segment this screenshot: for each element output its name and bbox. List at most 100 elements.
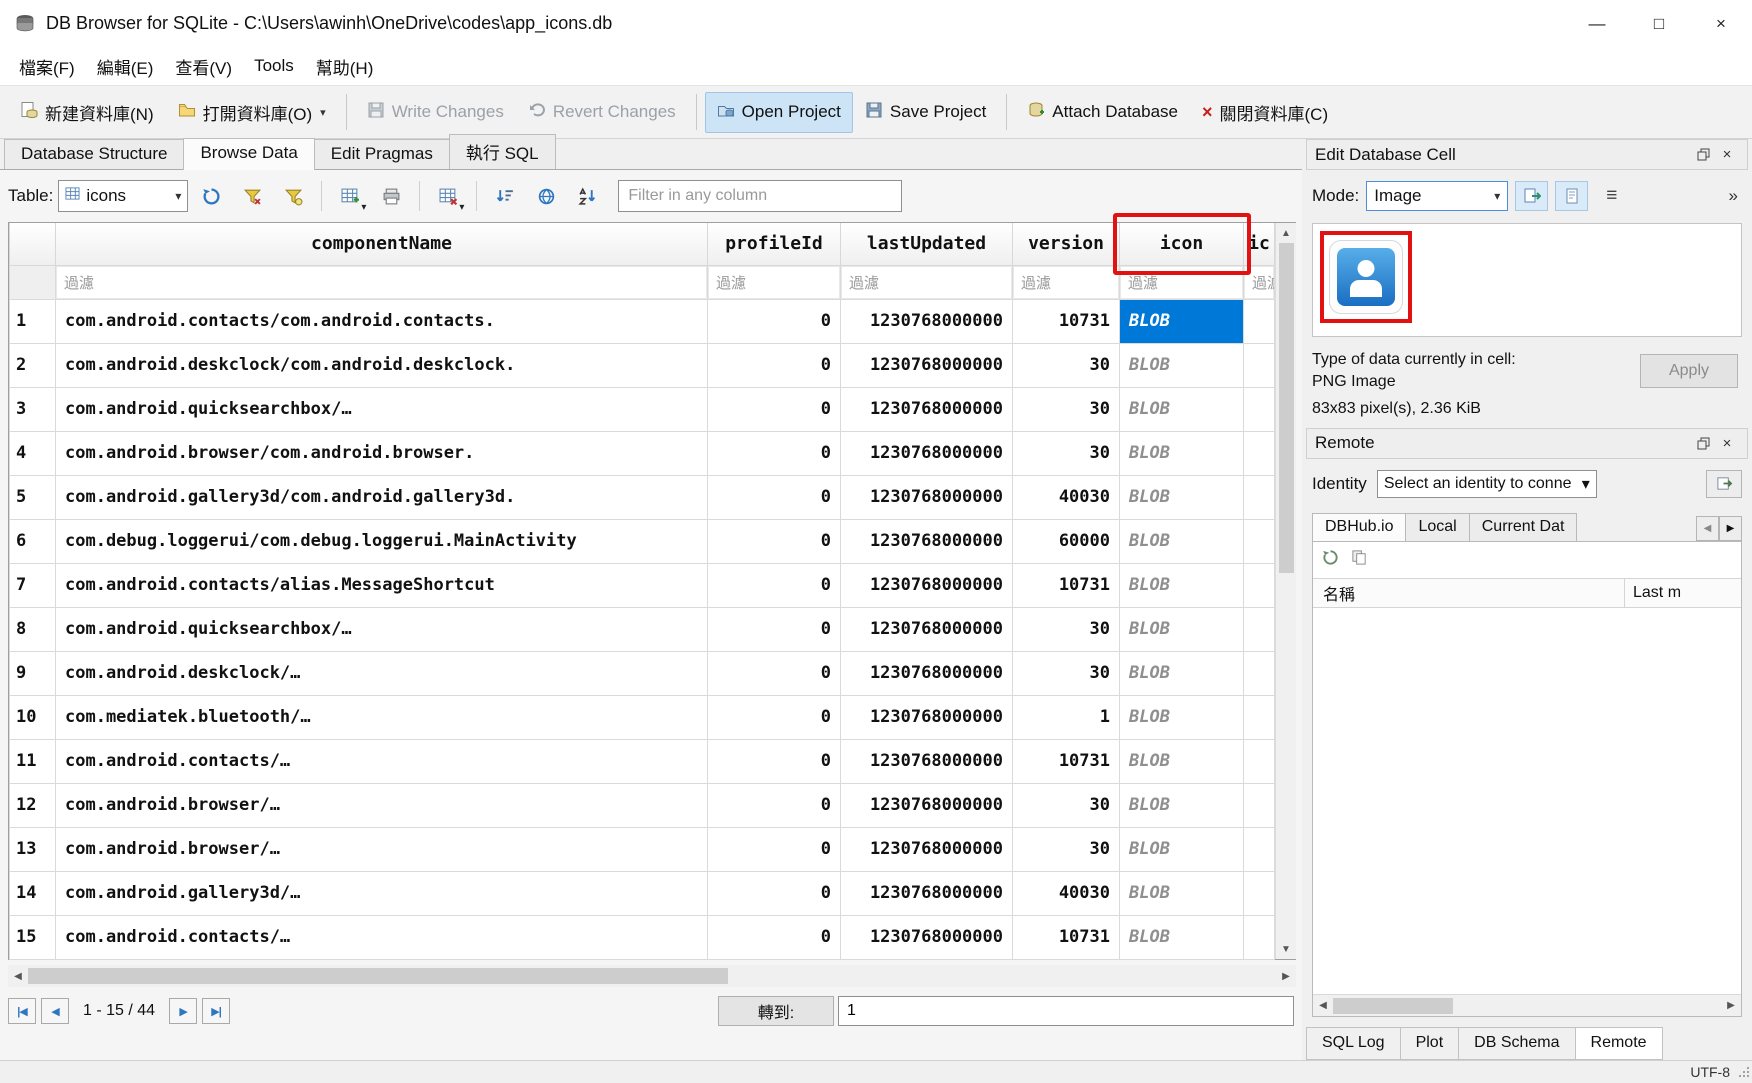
cell-profileId[interactable]: 0	[708, 431, 841, 475]
cell-lastUpdated[interactable]: 1230768000000	[841, 607, 1013, 651]
cell-icon-blob[interactable]: BLOB	[1120, 299, 1244, 343]
filter-icon[interactable]: 過濾	[1120, 265, 1244, 299]
cell-version[interactable]: 30	[1013, 343, 1120, 387]
cell-lastUpdated[interactable]: 1230768000000	[841, 563, 1013, 607]
tab-scroll-right-icon[interactable]: ▶	[1719, 516, 1742, 541]
write-changes-button[interactable]: Write Changes	[355, 92, 516, 133]
cell-version[interactable]: 10731	[1013, 563, 1120, 607]
cell-partial[interactable]	[1244, 299, 1275, 343]
save-project-button[interactable]: Save Project	[853, 92, 998, 133]
remote-db-list[interactable]	[1313, 608, 1741, 994]
remote-tab-dbhub[interactable]: DBHub.io	[1312, 513, 1406, 541]
cell-version[interactable]: 30	[1013, 783, 1120, 827]
cell-profileId[interactable]: 0	[708, 475, 841, 519]
cell-lastUpdated[interactable]: 1230768000000	[841, 519, 1013, 563]
cell-partial[interactable]	[1244, 739, 1275, 783]
menu-help[interactable]: 幫助(H)	[305, 48, 385, 85]
new-record-button[interactable]: ▾	[332, 178, 368, 214]
refresh-button[interactable]	[193, 178, 229, 214]
cell-componentName[interactable]: com.android.gallery3d/…	[56, 871, 708, 915]
cell-componentName[interactable]: com.android.contacts/alias.MessageShortc…	[56, 563, 708, 607]
remote-tab-local[interactable]: Local	[1405, 513, 1469, 541]
clear-filters-button[interactable]	[234, 178, 270, 214]
horizontal-scrollbar-thumb[interactable]	[28, 968, 728, 984]
cell-partial[interactable]	[1244, 519, 1275, 563]
menu-tools[interactable]: Tools	[243, 50, 305, 82]
cell-profileId[interactable]: 0	[708, 607, 841, 651]
dock-tab-sql-log[interactable]: SQL Log	[1306, 1027, 1401, 1060]
tab-browse-data[interactable]: Browse Data	[183, 138, 314, 170]
row-number[interactable]: 4	[10, 431, 56, 475]
remote-clone-button[interactable]	[1351, 549, 1368, 571]
row-number[interactable]: 11	[10, 739, 56, 783]
close-button[interactable]: ×	[1690, 0, 1752, 47]
cell-version[interactable]: 30	[1013, 431, 1120, 475]
cell-icon-blob[interactable]: BLOB	[1120, 871, 1244, 915]
column-header-lastUpdated[interactable]: lastUpdated	[841, 223, 1013, 265]
cell-version[interactable]: 10731	[1013, 739, 1120, 783]
attach-database-button[interactable]: Attach Database	[1015, 92, 1190, 133]
cell-icon-blob[interactable]: BLOB	[1120, 343, 1244, 387]
cell-componentName[interactable]: com.android.contacts/com.android.contact…	[56, 299, 708, 343]
cell-icon-blob[interactable]: BLOB	[1120, 475, 1244, 519]
close-panel-icon[interactable]: ×	[1715, 143, 1739, 167]
cell-componentName[interactable]: com.android.deskclock/com.android.deskcl…	[56, 343, 708, 387]
cell-profileId[interactable]: 0	[708, 651, 841, 695]
delete-record-button[interactable]: ▾	[430, 178, 466, 214]
cell-version[interactable]: 10731	[1013, 915, 1120, 959]
cell-lastUpdated[interactable]: 1230768000000	[841, 695, 1013, 739]
dock-tab-db-schema[interactable]: DB Schema	[1458, 1027, 1575, 1060]
cell-lastUpdated[interactable]: 1230768000000	[841, 651, 1013, 695]
filter-version[interactable]: 過濾	[1013, 265, 1120, 299]
save-filter-button[interactable]	[275, 178, 311, 214]
print-button[interactable]	[373, 178, 409, 214]
cell-lastUpdated[interactable]: 1230768000000	[841, 475, 1013, 519]
cell-version[interactable]: 40030	[1013, 475, 1120, 519]
scroll-left-icon[interactable]: ◀	[1313, 995, 1333, 1017]
tab-execute-sql[interactable]: 執行 SQL	[449, 134, 556, 169]
encoding-indicator[interactable]: UTF-8	[1690, 1064, 1730, 1080]
cell-lastUpdated[interactable]: 1230768000000	[841, 827, 1013, 871]
row-number[interactable]: 14	[10, 871, 56, 915]
scroll-down-icon[interactable]: ▼	[1276, 939, 1296, 959]
open-database-button[interactable]: 打開資料庫(O) ▾	[166, 91, 338, 134]
cell-lastUpdated[interactable]: 1230768000000	[841, 871, 1013, 915]
cell-partial[interactable]	[1244, 475, 1275, 519]
float-panel-icon[interactable]	[1691, 431, 1715, 455]
resize-grip-icon[interactable]	[1737, 1065, 1750, 1081]
cell-version[interactable]: 30	[1013, 607, 1120, 651]
cell-partial[interactable]	[1244, 607, 1275, 651]
contact-app-icon[interactable]	[1329, 240, 1403, 314]
menu-edit[interactable]: 編輯(E)	[86, 48, 165, 85]
row-number[interactable]: 2	[10, 343, 56, 387]
row-number[interactable]: 8	[10, 607, 56, 651]
cell-lastUpdated[interactable]: 1230768000000	[841, 343, 1013, 387]
tab-edit-pragmas[interactable]: Edit Pragmas	[314, 139, 450, 169]
remote-horizontal-scrollbar[interactable]: ◀ ▶	[1313, 994, 1741, 1016]
horizontal-scrollbar-track[interactable]	[728, 965, 1276, 987]
horizontal-scrollbar[interactable]: ◀ ▶	[8, 965, 1296, 987]
cell-lastUpdated[interactable]: 1230768000000	[841, 915, 1013, 959]
cell-lastUpdated[interactable]: 1230768000000	[841, 387, 1013, 431]
cell-componentName[interactable]: com.android.browser/com.android.browser.	[56, 431, 708, 475]
revert-changes-button[interactable]: Revert Changes	[516, 92, 688, 133]
cell-profileId[interactable]: 0	[708, 387, 841, 431]
maximize-button[interactable]: □	[1628, 0, 1690, 47]
cell-partial[interactable]	[1244, 871, 1275, 915]
cell-componentName[interactable]: com.android.browser/…	[56, 783, 708, 827]
dock-tab-plot[interactable]: Plot	[1400, 1027, 1460, 1060]
sort-asc-button[interactable]	[487, 178, 523, 214]
cell-partial[interactable]	[1244, 915, 1275, 959]
cell-profileId[interactable]: 0	[708, 299, 841, 343]
encoding-button[interactable]	[528, 178, 564, 214]
print-cell-button[interactable]: ≡	[1595, 181, 1628, 211]
row-number[interactable]: 5	[10, 475, 56, 519]
first-record-button[interactable]: |◀	[8, 998, 36, 1024]
row-number[interactable]: 7	[10, 563, 56, 607]
remote-modified-column-header[interactable]: Last m	[1625, 584, 1741, 602]
cell-partial[interactable]	[1244, 431, 1275, 475]
vertical-scrollbar[interactable]: ▲ ▼	[1275, 223, 1296, 959]
cell-partial[interactable]	[1244, 783, 1275, 827]
filter-partial[interactable]: 過濾	[1244, 265, 1275, 299]
row-number[interactable]: 10	[10, 695, 56, 739]
